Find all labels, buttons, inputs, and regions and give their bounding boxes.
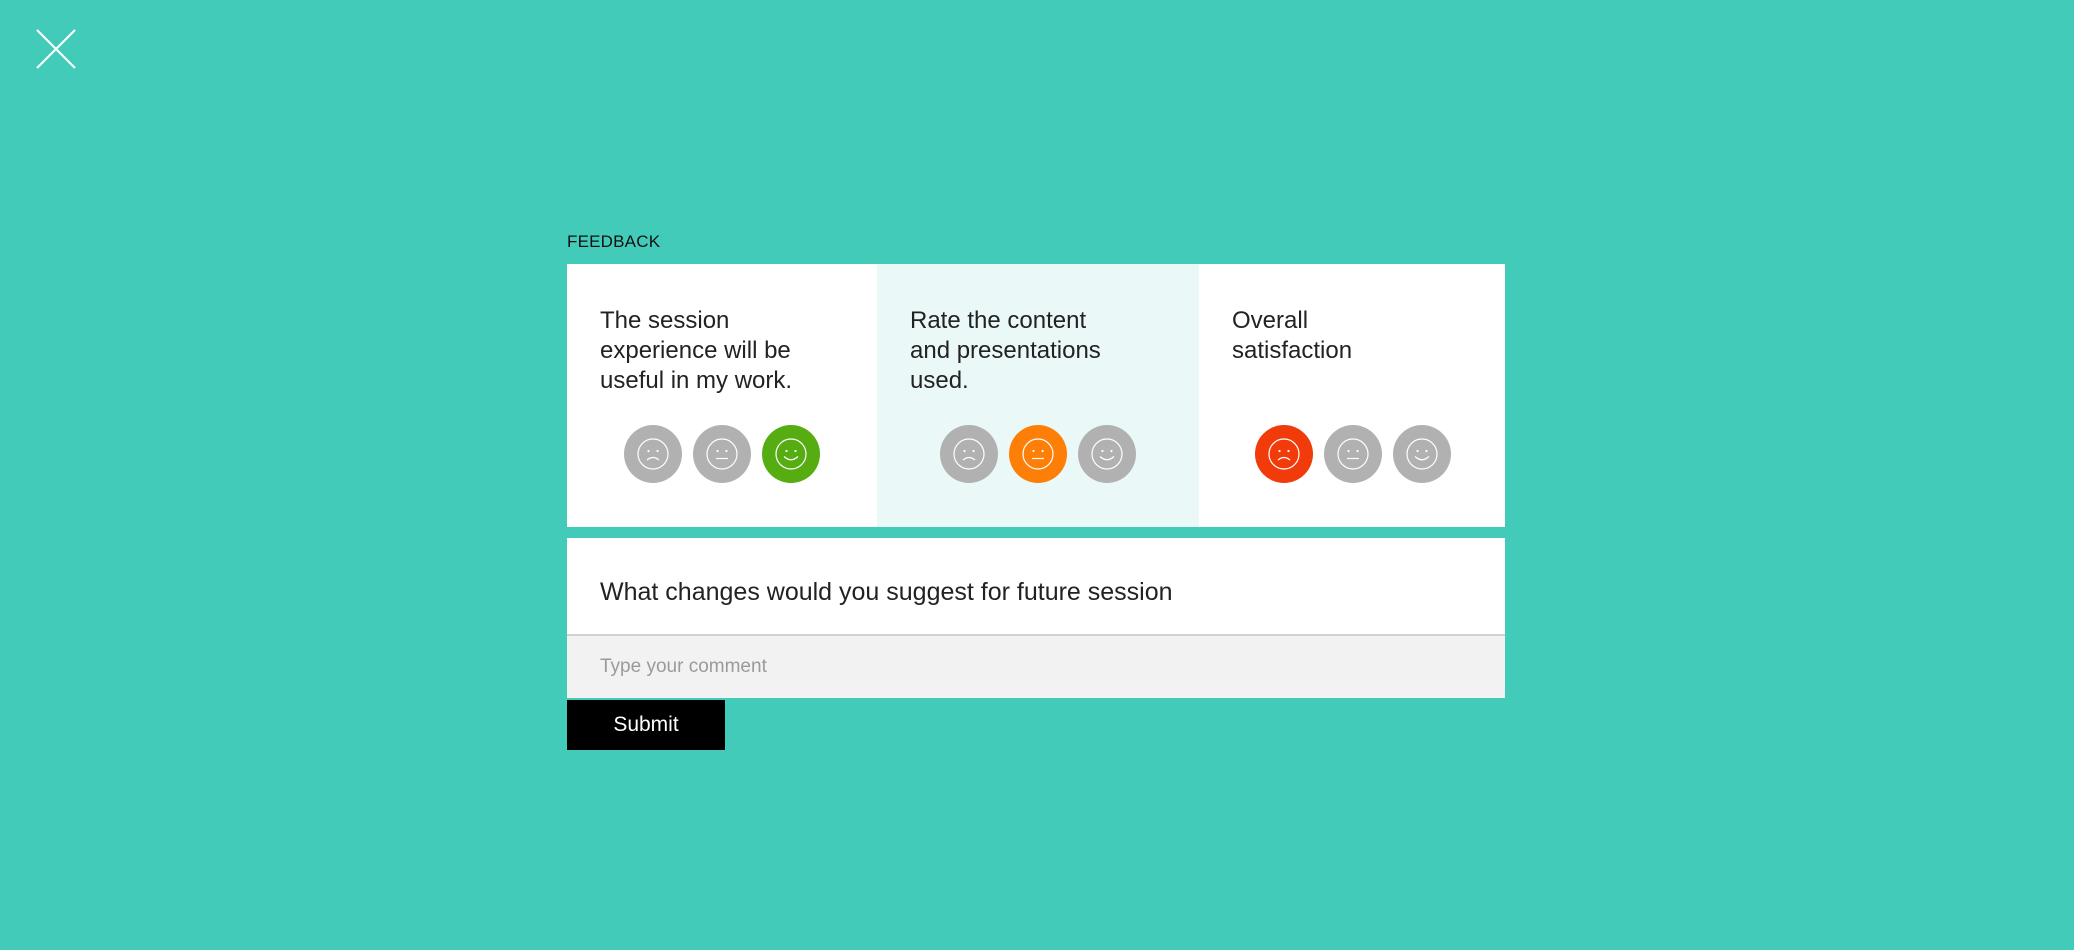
sad-face-button[interactable]: [624, 425, 682, 483]
question-content-rating: Rate the content and presentations used.: [877, 264, 1199, 527]
neutral-face-button[interactable]: [693, 425, 751, 483]
question-text: The session experience will be useful in…: [600, 307, 793, 394]
question-text: Rate the content and presentations used.: [910, 307, 1101, 394]
sad-face-icon: [1268, 438, 1300, 470]
comment-question: What changes would you suggest for futur…: [567, 538, 1505, 636]
happy-face-icon: [1091, 438, 1123, 470]
sad-face-icon: [637, 438, 669, 470]
neutral-face-button[interactable]: [1324, 425, 1382, 483]
rating-faces: [940, 425, 1136, 483]
happy-face-button[interactable]: [762, 425, 820, 483]
submit-button[interactable]: Submit: [567, 700, 725, 750]
feedback-form: FEEDBACK The session experience will be …: [567, 232, 1505, 750]
happy-face-icon: [775, 438, 807, 470]
close-button[interactable]: [35, 28, 77, 70]
rating-faces: [1255, 425, 1451, 483]
sad-face-icon: [953, 438, 985, 470]
question-usefulness: The session experience will be useful in…: [567, 264, 877, 527]
neutral-face-icon: [706, 438, 738, 470]
comment-section: What changes would you suggest for futur…: [567, 538, 1505, 698]
comment-input[interactable]: [567, 636, 1505, 698]
rating-questions: The session experience will be useful in…: [567, 264, 1505, 527]
neutral-face-button[interactable]: [1009, 425, 1067, 483]
sad-face-button[interactable]: [940, 425, 998, 483]
rating-faces: [624, 425, 820, 483]
feedback-title: FEEDBACK: [567, 232, 661, 251]
neutral-face-icon: [1022, 438, 1054, 470]
happy-face-button[interactable]: [1078, 425, 1136, 483]
close-icon: [36, 29, 76, 69]
neutral-face-icon: [1337, 438, 1369, 470]
happy-face-button[interactable]: [1393, 425, 1451, 483]
question-overall-satisfaction: Overall satisfaction: [1199, 264, 1505, 527]
question-text: Overall satisfaction: [1232, 307, 1353, 364]
happy-face-icon: [1406, 438, 1438, 470]
sad-face-button[interactable]: [1255, 425, 1313, 483]
